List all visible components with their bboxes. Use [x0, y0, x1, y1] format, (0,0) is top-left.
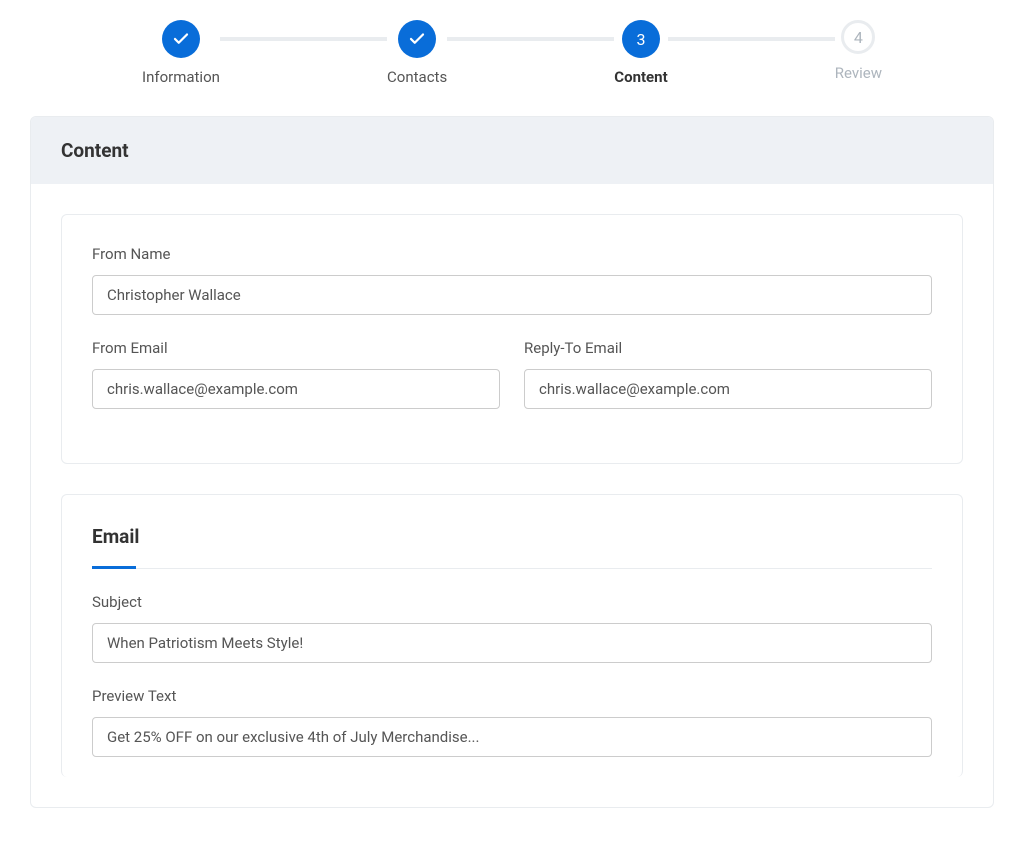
step-label: Information: [142, 68, 220, 86]
from-email-label: From Email: [92, 339, 500, 357]
panel-title: Content: [31, 117, 993, 184]
step-circle-current: 3: [622, 20, 660, 58]
reply-to-email-label: Reply-To Email: [524, 339, 932, 357]
step-circle-pending: 4: [841, 20, 875, 54]
step-information[interactable]: Information: [142, 20, 220, 86]
step-circle-completed: [398, 20, 436, 58]
email-section-title: Email: [92, 525, 932, 569]
from-name-group: From Name: [92, 245, 932, 315]
step-connector: [447, 37, 614, 41]
step-label: Contacts: [387, 68, 447, 86]
stepper: Information Contacts 3 Content 4 Review: [112, 20, 912, 86]
content-panel: Content From Name From Email Reply-To Em…: [30, 116, 994, 808]
step-circle-completed: [162, 20, 200, 58]
step-label: Review: [835, 64, 882, 82]
step-label: Content: [614, 68, 667, 86]
preview-text-label: Preview Text: [92, 687, 932, 705]
from-email-input[interactable]: [92, 369, 500, 409]
step-content[interactable]: 3 Content: [614, 20, 667, 86]
preview-text-group: Preview Text: [92, 687, 932, 757]
from-name-label: From Name: [92, 245, 932, 263]
step-contacts[interactable]: Contacts: [387, 20, 447, 86]
subject-group: Subject: [92, 593, 932, 663]
reply-to-email-input[interactable]: [524, 369, 932, 409]
preview-text-input[interactable]: [92, 717, 932, 757]
email-row: From Email Reply-To Email: [92, 339, 932, 433]
step-review[interactable]: 4 Review: [835, 20, 882, 82]
step-connector: [668, 37, 835, 41]
from-email-group: From Email: [92, 339, 500, 409]
check-icon: [172, 30, 190, 48]
sender-card: From Name From Email Reply-To Email: [61, 214, 963, 464]
reply-to-email-group: Reply-To Email: [524, 339, 932, 433]
subject-label: Subject: [92, 593, 932, 611]
step-connector: [220, 37, 387, 41]
email-card: Email Subject Preview Text: [61, 494, 963, 777]
check-icon: [408, 30, 426, 48]
from-name-input[interactable]: [92, 275, 932, 315]
subject-input[interactable]: [92, 623, 932, 663]
